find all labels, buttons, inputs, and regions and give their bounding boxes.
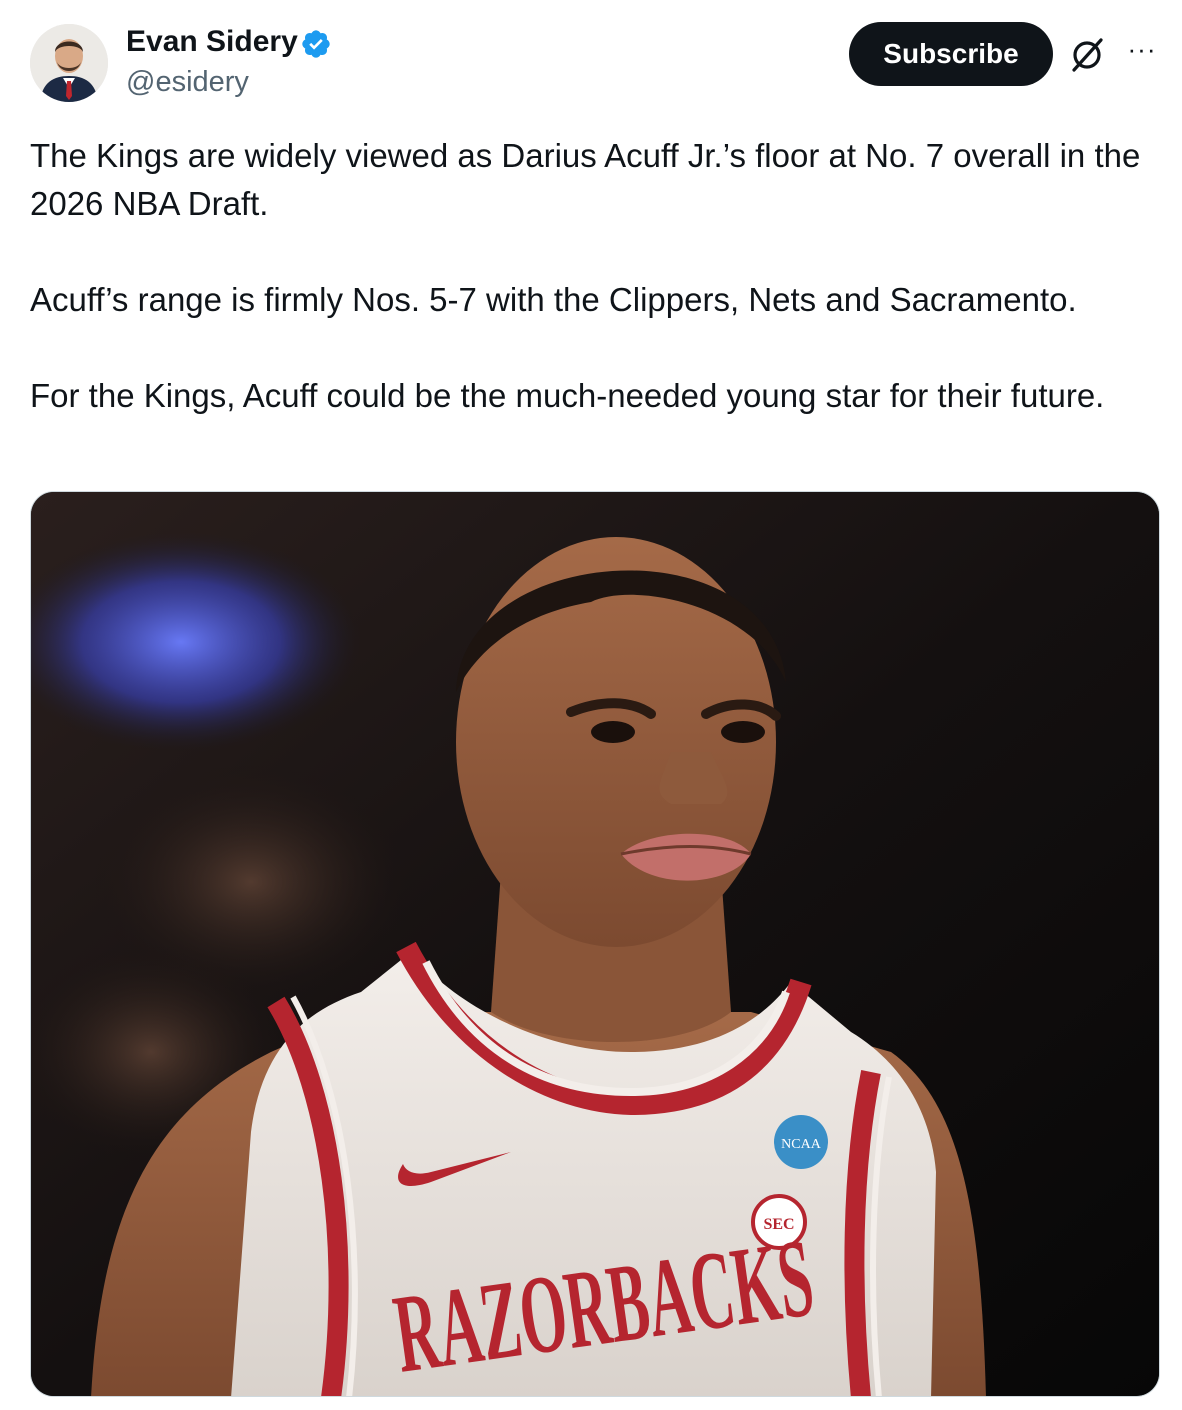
tweet-paragraph: Acuff’s range is firmly Nos. 5-7 with th…	[30, 281, 1077, 318]
avatar[interactable]	[30, 24, 108, 102]
tweet-paragraph: The Kings are widely viewed as Darius Ac…	[30, 137, 1141, 222]
verified-badge-icon	[302, 30, 330, 58]
tweet-paragraph: For the Kings, Acuff could be the much-n…	[30, 377, 1105, 414]
more-icon[interactable]: ···	[1124, 36, 1160, 68]
author-display-name[interactable]: Evan Sidery	[126, 24, 298, 60]
tweet-text: The Kings are widely viewed as Darius Ac…	[30, 132, 1160, 420]
player-photo: NCAA SEC RAZORBACKS	[31, 492, 1159, 1396]
grok-icon[interactable]	[1068, 36, 1106, 74]
author-handle[interactable]: @esidery	[126, 64, 249, 100]
svg-text:NCAA: NCAA	[781, 1137, 822, 1152]
tweet-media-photo[interactable]: NCAA SEC RAZORBACKS	[30, 491, 1160, 1397]
subscribe-button[interactable]: Subscribe	[849, 22, 1053, 86]
avatar-image	[30, 24, 108, 102]
ncaa-patch-icon: NCAA	[774, 1115, 828, 1169]
